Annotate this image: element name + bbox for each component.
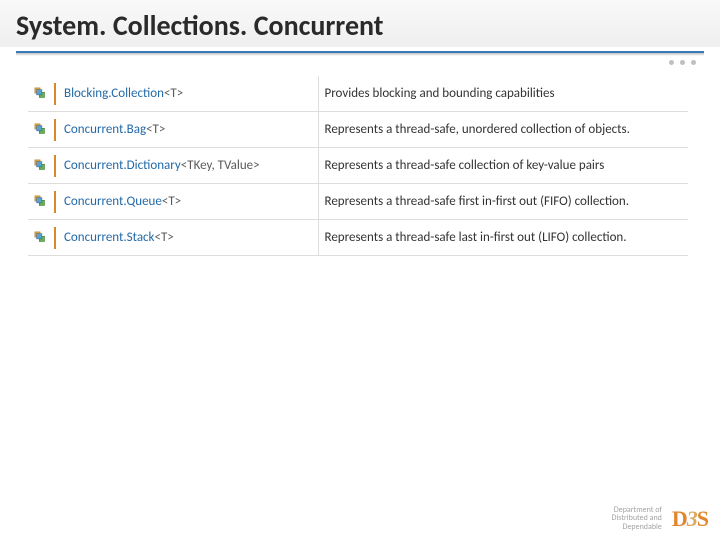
- class-icon: [28, 220, 54, 256]
- table-row: Blocking.Collection<T>Provides blocking …: [28, 76, 688, 112]
- class-icon-svg: [34, 159, 48, 173]
- class-icon: [28, 184, 54, 220]
- table-row: Concurrent.Queue<T>Represents a thread-s…: [28, 184, 688, 220]
- class-name-cell: Concurrent.Bag<T>: [58, 112, 318, 148]
- footer-logo: D3S: [672, 506, 708, 532]
- type-param: <TKey, TValue>: [181, 158, 260, 173]
- class-icon: [28, 112, 54, 148]
- table-row: Concurrent.Dictionary<TKey, TValue>Repre…: [28, 148, 688, 184]
- title-shadow: [16, 53, 704, 56]
- class-icon-svg: [34, 123, 48, 137]
- type-param: <T>: [162, 194, 181, 209]
- class-name-cell: Concurrent.Dictionary<TKey, TValue>: [58, 148, 318, 184]
- table-row: Concurrent.Bag<T>Represents a thread-saf…: [28, 112, 688, 148]
- table-row: Concurrent.Stack<T>Represents a thread-s…: [28, 220, 688, 256]
- class-name: Concurrent.Dictionary: [64, 158, 181, 173]
- logo-s-char: S: [697, 506, 708, 531]
- class-description: Represents a thread-safe, unordered coll…: [318, 112, 688, 148]
- class-description: Represents a thread-safe collection of k…: [318, 148, 688, 184]
- class-name-cell: Concurrent.Queue<T>: [58, 184, 318, 220]
- class-description: Provides blocking and bounding capabilit…: [318, 76, 688, 112]
- class-description: Represents a thread-safe first in-first …: [318, 184, 688, 220]
- class-name: Blocking.Collection: [64, 86, 164, 101]
- logo-3-char: 3: [687, 506, 697, 531]
- class-icon-svg: [34, 231, 48, 245]
- page-title: System. Collections. Concurrent: [16, 8, 704, 43]
- type-param: <T>: [146, 122, 165, 137]
- type-param: <T>: [164, 86, 183, 101]
- logo-d-char: D: [672, 506, 687, 531]
- footer-dept-text: Department of Distributed and Dependable: [612, 506, 662, 532]
- footer: Department of Distributed and Dependable…: [612, 506, 708, 532]
- class-description: Represents a thread-safe last in-first o…: [318, 220, 688, 256]
- class-name: Concurrent.Stack: [64, 230, 154, 245]
- class-name: Concurrent.Bag: [64, 122, 146, 137]
- class-icon-svg: [34, 195, 48, 209]
- class-name-cell: Blocking.Collection<T>: [58, 76, 318, 112]
- title-area: System. Collections. Concurrent: [0, 0, 720, 47]
- class-icon: [28, 76, 54, 112]
- decorative-dots: [669, 60, 696, 65]
- class-name-cell: Concurrent.Stack<T>: [58, 220, 318, 256]
- footer-line: Dependable: [612, 523, 662, 532]
- class-table: Blocking.Collection<T>Provides blocking …: [28, 76, 688, 256]
- type-param: <T>: [154, 230, 173, 245]
- class-icon-svg: [34, 87, 48, 101]
- class-icon: [28, 148, 54, 184]
- class-name: Concurrent.Queue: [64, 194, 162, 209]
